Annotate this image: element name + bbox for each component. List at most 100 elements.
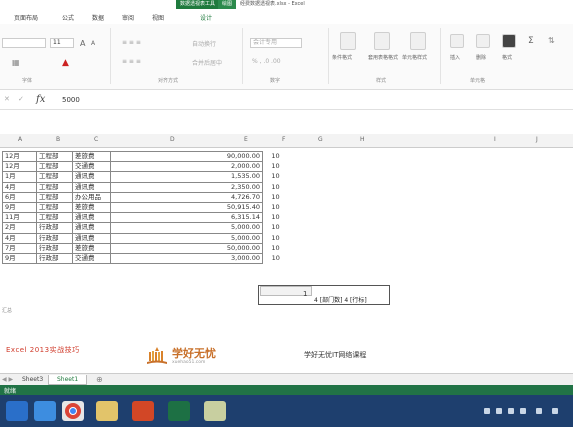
cell-type[interactable]: 通讯费 [72,212,111,224]
cell-amount[interactable]: 50,000.00 [110,242,263,254]
conditional-format-button[interactable]: 条件格式 [332,54,352,61]
cell-count[interactable]: 10 [263,243,289,253]
tray-ime-icon[interactable] [508,408,514,414]
currency-icon[interactable]: % , .0 .00 [252,58,281,65]
cell-dept[interactable]: 工程部 [36,201,73,214]
cell-dept[interactable]: 行政部 [36,232,73,244]
cell-amount[interactable]: 1,535.00 [110,171,263,183]
cell-count[interactable]: 10 [263,213,289,223]
cell-type[interactable]: 交通费 [72,252,111,265]
cell-month[interactable]: 4月 [2,232,37,244]
border-icon[interactable]: ▦ [12,58,20,67]
cell-month[interactable]: 12月 [2,161,37,173]
col-header-a[interactable]: A [18,136,22,143]
tab-design[interactable]: 设计 [200,13,212,22]
tab-page-layout[interactable]: 页面布局 [14,13,38,22]
cell-count[interactable]: 10 [263,162,289,172]
cell-month[interactable]: 9月 [2,252,37,265]
cell-month[interactable]: 12月 [2,150,37,163]
table-row[interactable]: 12月 工程部 差旅费 90,000.00 10 [2,150,289,163]
tab-review[interactable]: 审阅 [122,13,134,22]
cell-month[interactable]: 1月 [2,171,37,183]
col-header-h[interactable]: H [360,136,365,143]
cell-count[interactable]: 10 [263,202,289,212]
cell-count[interactable]: 10 [263,152,289,162]
excel-icon[interactable] [168,401,190,421]
col-header-j[interactable]: J [536,136,538,143]
tencent-icon[interactable] [34,401,56,421]
chrome-icon[interactable] [62,401,84,421]
function-icon[interactable]: fx [36,94,45,105]
draw-tool-tab[interactable]: 绘图 [218,0,237,9]
cell-type[interactable]: 差旅费 [72,242,111,254]
cell-type[interactable]: 交通费 [72,161,111,173]
table-row[interactable]: 6月 工程部 办公用品 4,726.70 10 [2,191,289,203]
align-top-icon[interactable]: ≡ ≡ ≡ [122,39,141,46]
tab-formulas[interactable]: 公式 [62,13,74,22]
table-row[interactable]: 9月 行政部 交通费 3,000.00 10 [2,252,289,265]
cell-dept[interactable]: 行政部 [36,252,73,265]
insert-cells-icon[interactable] [450,34,464,48]
cell-count[interactable]: 10 [263,223,289,233]
table-row[interactable]: 2月 行政部 通讯费 5,000.00 10 [2,222,289,234]
conditional-format-icon[interactable] [340,32,356,50]
cell-month[interactable]: 7月 [2,242,37,254]
add-sheet-icon[interactable]: ⊕ [96,375,103,384]
cell-type[interactable]: 通讯费 [72,171,111,183]
cell-count[interactable]: 10 [263,182,289,192]
sheet-tab-sheet3[interactable]: Sheet3 [14,375,51,385]
cell-month[interactable]: 6月 [2,191,37,203]
table-row[interactable]: 7月 行政部 差旅费 50,000.00 10 [2,242,289,254]
col-header-b[interactable]: B [56,136,60,143]
powerpoint-icon[interactable] [132,401,154,421]
tray-volume-icon[interactable] [496,408,502,414]
font-size-combo[interactable]: 11 [50,38,74,48]
cell-count[interactable]: 10 [263,253,289,263]
cell-type[interactable]: 差旅费 [72,201,111,214]
tab-data[interactable]: 数据 [92,13,104,22]
format-cells-button[interactable]: 格式 [502,54,512,61]
cell-amount[interactable]: 5,000.00 [110,222,263,234]
cell-month[interactable]: 2月 [2,222,37,234]
sheet-tab-sheet1[interactable]: Sheet1 [48,375,88,385]
cell-dept[interactable]: 工程部 [36,150,73,163]
table-row[interactable]: 4月 工程部 通讯费 2,350.00 10 [2,181,289,193]
cancel-icon[interactable]: ✕ [4,95,10,103]
tray-network-icon[interactable] [484,408,490,414]
table-row[interactable]: 9月 工程部 差旅费 50,915.40 10 [2,201,289,214]
cell-count[interactable]: 10 [263,172,289,182]
autosum-icon[interactable]: Σ [528,36,534,46]
cell-dept[interactable]: 行政部 [36,242,73,254]
tab-view[interactable]: 视图 [152,13,164,22]
cell-type[interactable]: 通讯费 [72,181,111,193]
cell-month[interactable]: 4月 [2,181,37,193]
cell-dept[interactable]: 行政部 [36,222,73,234]
cell-dept[interactable]: 工程部 [36,181,73,193]
cell-month[interactable]: 9月 [2,201,37,214]
col-header-e[interactable]: E [244,136,248,143]
delete-cells-icon[interactable] [476,34,490,48]
merge-center-button[interactable]: 合并后居中 [192,58,222,67]
worksheet-grid[interactable]: 12月 工程部 差旅费 90,000.00 10 12月 工程部 交通费 2,000.00 10 1… [0,148,573,373]
cell-style-button[interactable]: 单元格样式 [402,54,427,61]
number-format-combo[interactable]: 会计专用 [250,38,302,48]
cell-amount[interactable]: 90,000.00 [110,150,263,163]
cell-amount[interactable]: 6,315.14 [110,212,263,224]
col-header-f[interactable]: F [282,136,285,143]
image-viewer-icon[interactable] [204,401,226,421]
wrap-text-button[interactable]: 自动换行 [192,39,216,48]
enter-icon[interactable]: ✓ [18,95,24,103]
tray-clock-icon[interactable] [520,408,526,414]
cell-amount[interactable]: 50,915.40 [110,201,263,214]
ie-icon[interactable] [6,401,28,421]
sheet-scroll-icon[interactable]: ◀ ▶ [2,376,13,383]
cell-amount[interactable]: 2,000.00 [110,161,263,173]
col-header-c[interactable]: C [94,136,98,143]
table-row[interactable]: 1月 工程部 通讯费 1,535.00 10 [2,171,289,183]
table-row[interactable]: 12月 工程部 交通费 2,000.00 10 [2,161,289,173]
insert-cells-button[interactable]: 插入 [450,54,460,61]
align-left-icon[interactable]: ≡ ≡ ≡ [122,58,141,65]
cell-amount[interactable]: 3,000.00 [110,252,263,265]
cell-amount[interactable]: 2,350.00 [110,181,263,193]
font-color-icon[interactable]: ▲ [62,58,69,68]
